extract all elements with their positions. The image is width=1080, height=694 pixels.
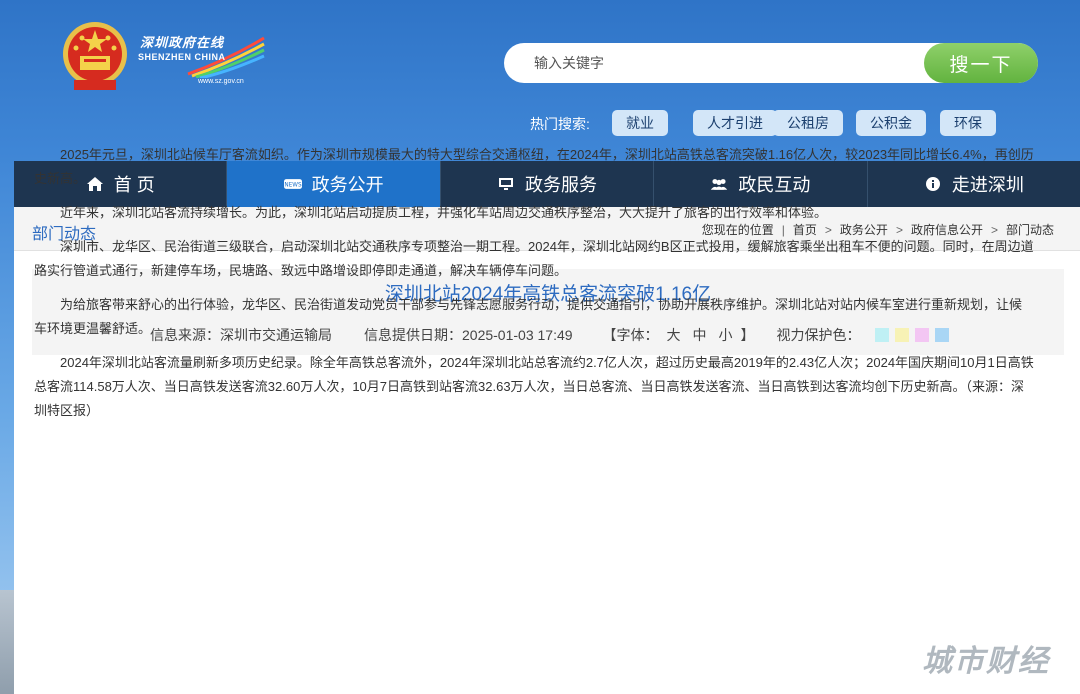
article-paragraph: 2025年元旦，深圳北站候车厅客流如织。作为深圳市规模最大的特大型综合交通枢纽，…: [34, 147, 1034, 186]
article-body: 2025年元旦，深圳北站候车厅客流如织。作为深圳市规模最大的特大型综合交通枢纽，…: [34, 143, 1034, 433]
national-emblem-icon: [63, 22, 127, 90]
site-header: 深圳政府在线 SHENZHEN CHINA www.sz.gov.cn 搜一下 …: [0, 0, 1080, 160]
search-input[interactable]: [534, 43, 914, 83]
background-building-strip: [0, 590, 14, 694]
hot-tag-housing-fund[interactable]: 公积金: [856, 110, 926, 136]
hot-tag-public-housing[interactable]: 公租房: [773, 110, 843, 136]
hot-search-label: 热门搜索:: [530, 116, 590, 132]
watermark: 城市财经: [922, 645, 1050, 678]
article-paragraph: 为给旅客带来舒心的出行体验，龙华区、民治街道发动党员干部参与先锋志愿服务行动，提…: [34, 297, 1023, 336]
site-logo[interactable]: 深圳政府在线 SHENZHEN CHINA www.sz.gov.cn: [138, 30, 268, 92]
hot-tag-environment[interactable]: 环保: [940, 110, 996, 136]
search-box: 搜一下: [504, 43, 1038, 83]
logo-url-text: www.sz.gov.cn: [198, 78, 244, 85]
article-paragraph: 2024年深圳北站客流量刷新多项历史纪录。除全年高铁总客流外，2024年深圳北站…: [34, 355, 1034, 418]
article-paragraph: 深圳市、龙华区、民治街道三级联合，启动深圳北站交通秩序专项整治一期工程。2024…: [34, 239, 1034, 278]
logo-english-text: SHENZHEN CHINA: [138, 52, 226, 62]
article-paragraph: 近年来，深圳北站客流持续增长。为此，深圳北站启动提质工程，并强化车站周边交通秩序…: [60, 205, 828, 220]
search-button[interactable]: 搜一下: [924, 43, 1038, 83]
hot-tag-jobs[interactable]: 就业: [612, 110, 668, 136]
hot-tag-talent[interactable]: 人才引进: [693, 110, 777, 136]
